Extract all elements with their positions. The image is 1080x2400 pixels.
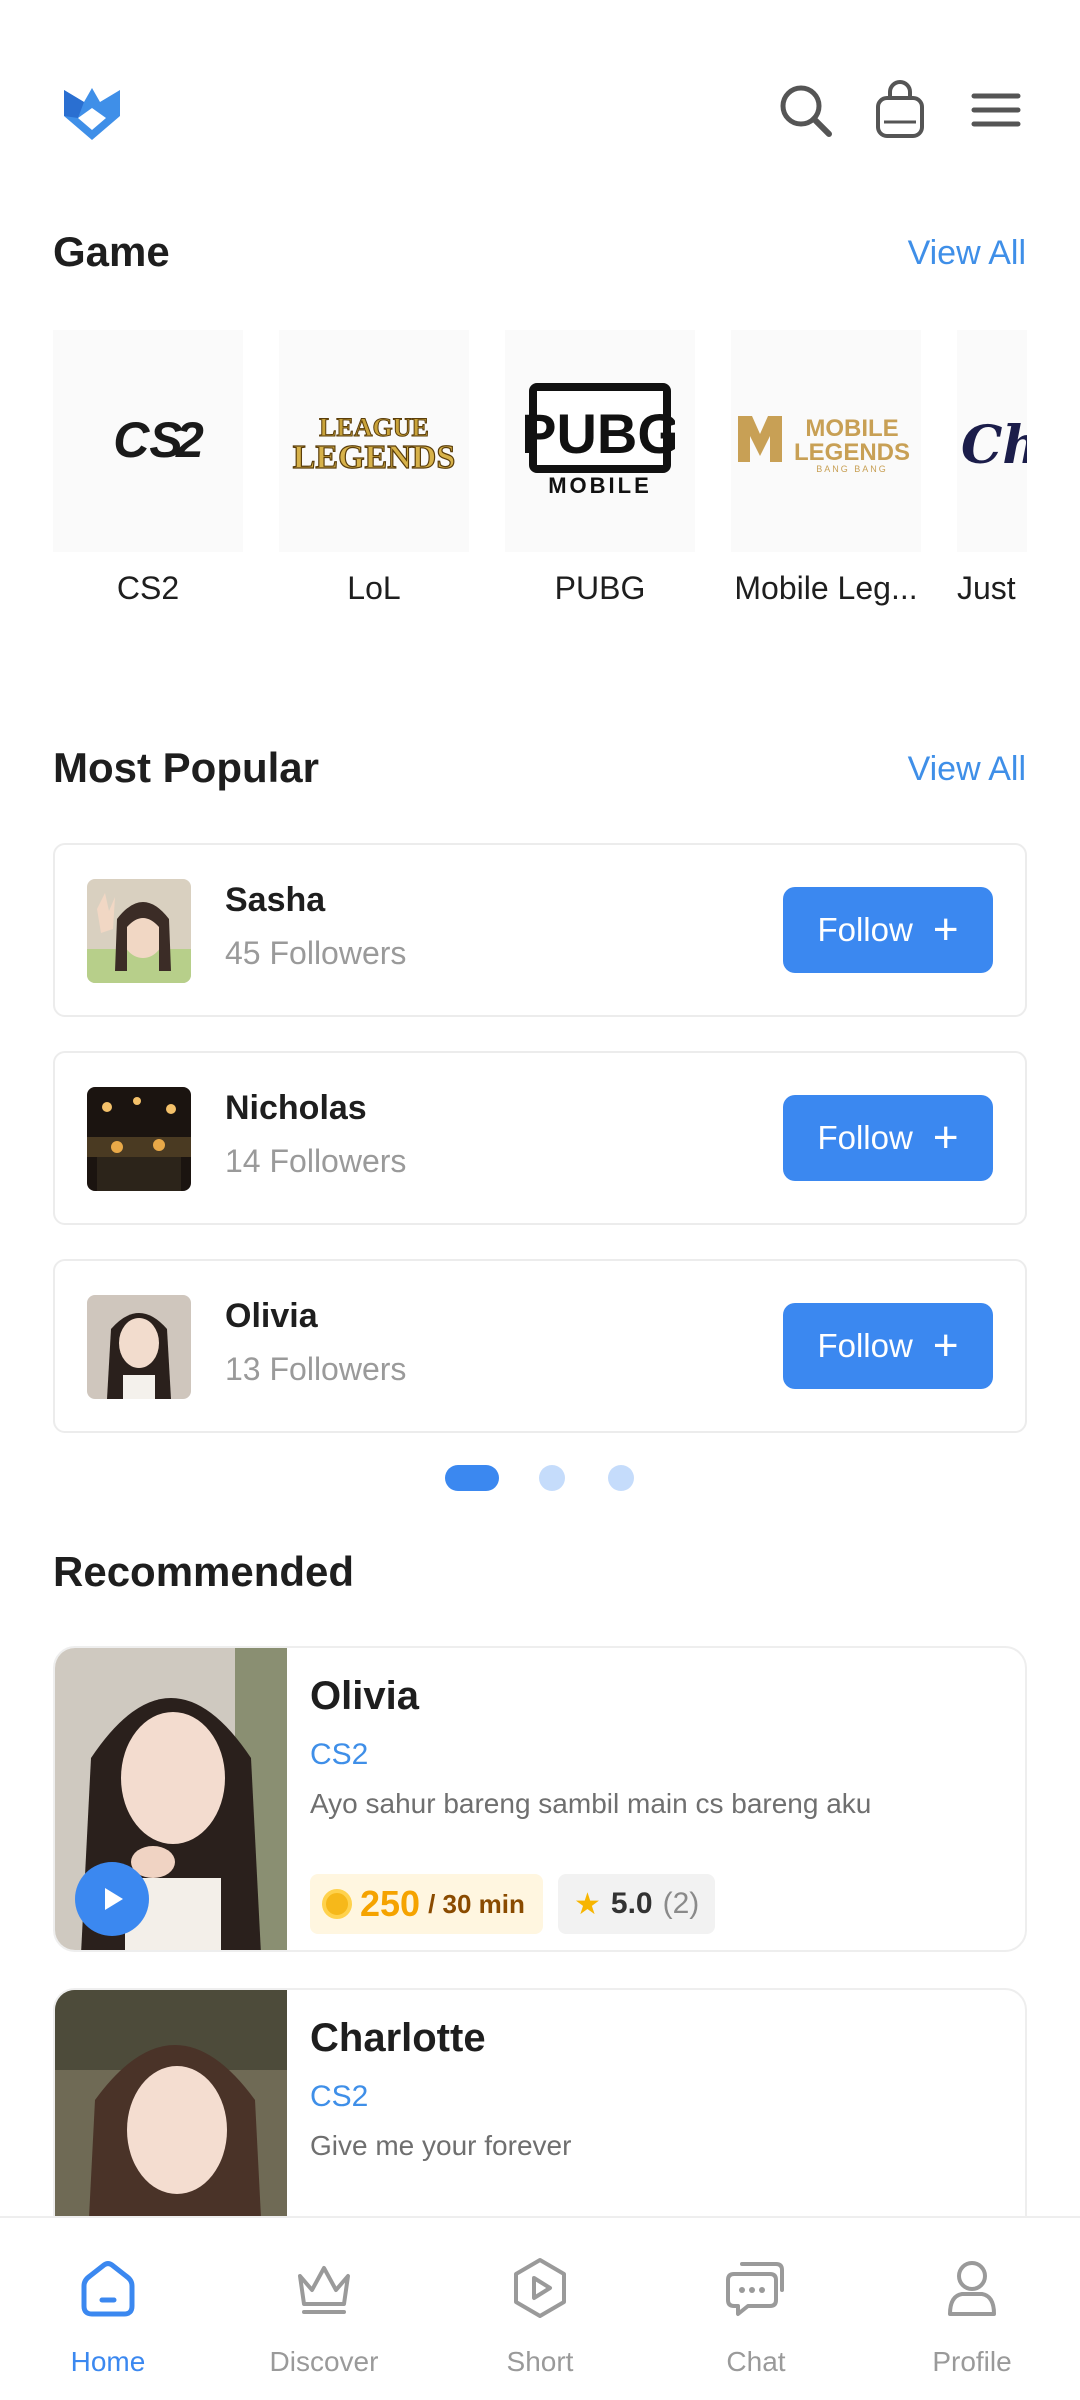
svg-text:2: 2 xyxy=(175,412,204,468)
games-section-title: Game xyxy=(53,228,170,275)
svg-text:PUBG: PUBG xyxy=(525,402,675,465)
game-name: Just xyxy=(957,570,1016,606)
svg-text:BANG BANG: BANG BANG xyxy=(816,464,888,474)
svg-text:MOBILE: MOBILE xyxy=(548,473,652,498)
creator-description: Give me your forever xyxy=(310,2130,572,2161)
follower-count: 13 Followers xyxy=(225,1351,407,1387)
app-header xyxy=(0,0,1080,200)
follow-button[interactable]: Follow + xyxy=(783,1303,993,1389)
nav-label: Home xyxy=(70,2346,146,2377)
svg-text:LEGENDS: LEGENDS xyxy=(293,439,456,476)
coin-icon xyxy=(322,1889,352,1919)
game-name: Mobile Leg... xyxy=(734,570,918,606)
pubg-mobile-logo: PUBG MOBILE xyxy=(505,330,695,552)
brand-logo-icon[interactable] xyxy=(60,82,124,144)
nav-item-chat[interactable]: Chat xyxy=(648,2218,864,2400)
game-name: LoL xyxy=(347,570,401,606)
popular-view-all-link[interactable]: View All xyxy=(908,750,1026,789)
popular-section-title: Most Popular xyxy=(53,744,320,791)
avatar xyxy=(87,1087,191,1191)
svg-text:MOBILE: MOBILE xyxy=(805,415,898,442)
bottom-navigation: Home Discover Short Chat Profile xyxy=(0,2216,1080,2400)
price-value: 250 xyxy=(360,1883,421,1924)
plus-icon: + xyxy=(932,1321,959,1370)
crown-icon xyxy=(292,2256,356,2320)
user-name: Nicholas xyxy=(225,1089,367,1127)
games-view-all-link[interactable]: View All xyxy=(908,234,1026,273)
popular-user-card[interactable]: Olivia 13 Followers Follow + xyxy=(53,1259,1027,1433)
follower-count: 45 Followers xyxy=(225,935,407,971)
creator-name: Charlotte xyxy=(310,2016,486,2060)
user-name: Sasha xyxy=(225,881,326,919)
just-chatting-logo: Ch xyxy=(957,330,1027,552)
user-name: Olivia xyxy=(225,1297,318,1335)
game-name: CS2 xyxy=(116,570,180,606)
mobile-legends-logo: MOBILE LEGENDS BANG BANG xyxy=(731,330,921,552)
plus-icon: + xyxy=(932,905,959,954)
price-badge: 250 / 30 min xyxy=(310,1874,543,1934)
play-icon xyxy=(105,1888,123,1910)
rating-badge: ★ 5.0 (2) xyxy=(558,1874,716,1934)
rating-value: 5.0 xyxy=(610,1887,653,1920)
game-card-lol[interactable]: LEAGUE LEGENDS LoL xyxy=(279,330,469,607)
follow-button[interactable]: Follow + xyxy=(783,887,993,973)
nav-label: Profile xyxy=(932,2346,1012,2377)
game-card-just-chatting[interactable]: Ch Just xyxy=(957,330,1027,607)
profile-photo xyxy=(55,1648,287,1950)
nav-label: Discover xyxy=(269,2346,379,2377)
plus-icon: + xyxy=(932,1113,959,1162)
league-of-legends-logo: LEAGUE LEGENDS xyxy=(279,330,469,552)
game-name: PUBG xyxy=(554,570,646,606)
game-card-mobile-legends[interactable]: MOBILE LEGENDS BANG BANG Mobile Leg... xyxy=(731,330,921,607)
price-unit: / 30 min xyxy=(428,1888,525,1919)
popular-user-card[interactable]: Nicholas 14 Followers Follow + xyxy=(53,1051,1027,1225)
follow-button[interactable]: Follow + xyxy=(783,1095,993,1181)
follow-label: Follow xyxy=(817,1119,913,1156)
profile-icon xyxy=(940,2256,1004,2320)
creator-description: Ayo sahur bareng sambil main cs bareng a… xyxy=(310,1788,872,1819)
follow-label: Follow xyxy=(817,911,913,948)
nav-item-home[interactable]: Home xyxy=(0,2218,216,2400)
menu-icon[interactable] xyxy=(966,80,1026,140)
avatar xyxy=(87,1295,191,1399)
star-icon: ★ xyxy=(574,1887,601,1921)
svg-text:LEGENDS: LEGENDS xyxy=(794,439,910,466)
pagination-dot-active[interactable] xyxy=(445,1465,499,1491)
chat-icon xyxy=(724,2256,788,2320)
nav-label: Short xyxy=(506,2346,574,2377)
creator-game[interactable]: CS2 xyxy=(310,1738,368,1772)
follower-count: 14 Followers xyxy=(225,1143,407,1179)
follow-label: Follow xyxy=(817,1327,913,1364)
carousel-pagination xyxy=(0,1465,1080,1495)
svg-text:Ch: Ch xyxy=(961,415,1027,476)
nav-item-profile[interactable]: Profile xyxy=(864,2218,1080,2400)
popular-user-card[interactable]: Sasha 45 Followers Follow + xyxy=(53,843,1027,1017)
recommended-section-title: Recommended xyxy=(53,1548,355,1595)
games-carousel[interactable]: CS 2 CS2 LEAGUE LEGENDS LoL PUBG MOBILE … xyxy=(53,330,1027,620)
creator-game[interactable]: CS2 xyxy=(310,2080,368,2114)
recommended-card[interactable]: Olivia CS2 Ayo sahur bareng sambil main … xyxy=(53,1646,1027,1952)
home-icon xyxy=(76,2256,140,2320)
svg-text:CS: CS xyxy=(113,412,182,468)
svg-text:LEAGUE: LEAGUE xyxy=(319,413,429,442)
avatar xyxy=(87,879,191,983)
creator-name: Olivia xyxy=(310,1674,419,1718)
bag-icon[interactable] xyxy=(870,80,930,140)
rating-count: (2) xyxy=(662,1887,700,1920)
nav-label: Chat xyxy=(726,2346,786,2377)
nav-item-discover[interactable]: Discover xyxy=(216,2218,432,2400)
nav-item-short[interactable]: Short xyxy=(432,2218,648,2400)
search-icon[interactable] xyxy=(775,80,835,140)
play-video-button[interactable] xyxy=(75,1862,149,1936)
play-hexagon-icon xyxy=(508,2256,572,2320)
game-card-pubg[interactable]: PUBG MOBILE PUBG xyxy=(505,330,695,607)
pagination-dot[interactable] xyxy=(539,1465,565,1491)
game-card-cs2[interactable]: CS 2 CS2 xyxy=(53,330,243,607)
cs2-logo: CS 2 xyxy=(53,330,243,552)
pagination-dot[interactable] xyxy=(608,1465,634,1491)
